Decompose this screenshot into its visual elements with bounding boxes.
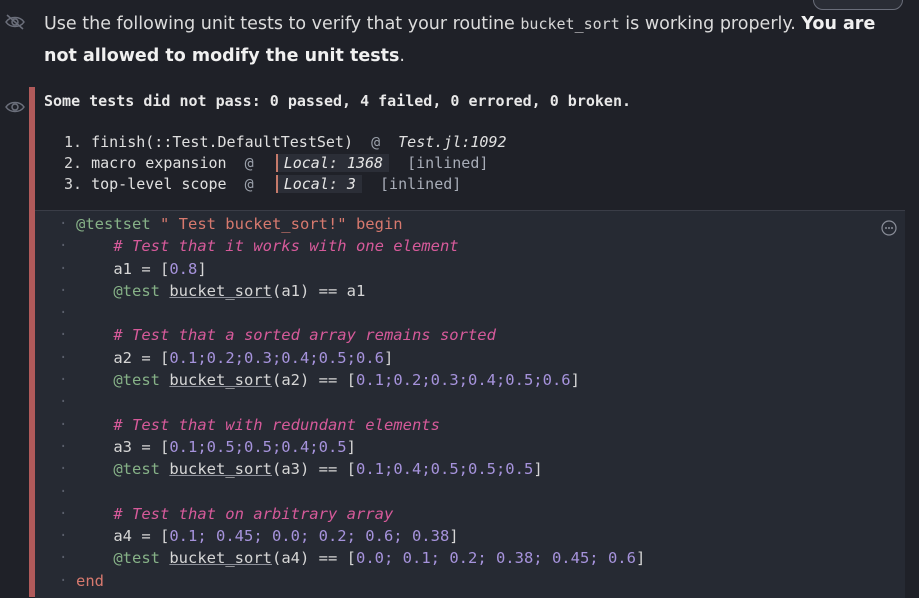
markdown-cell: Use the following unit tests to verify t… (0, 0, 919, 80)
code-line[interactable]: · end (35, 570, 905, 592)
prose-text: is working properly. (619, 14, 802, 34)
code-line[interactable]: · # Test that it works with one element (35, 235, 905, 257)
code-line[interactable]: · @test bucket_sort(a2) == [0.1;0.2;0.3;… (35, 369, 905, 391)
frame-local-link[interactable]: Local: 1368 (275, 154, 390, 172)
stacktrace-frame: 1. finish(::Test.DefaultTestSet) @ Test.… (64, 133, 507, 151)
code-line[interactable]: · (35, 302, 905, 324)
inline-code: bucket_sort (520, 15, 620, 33)
frame-file-link[interactable]: Test.jl:1092 (398, 133, 506, 151)
stacktrace: 1. finish(::Test.DefaultTestSet) @ Test.… (64, 132, 507, 195)
prose-text: . (399, 46, 405, 66)
function-link[interactable]: bucket_sort (169, 371, 272, 389)
code-line[interactable]: · a2 = [0.1;0.2;0.3;0.4;0.5;0.6] (35, 347, 905, 369)
prose-text: Use the following unit tests to verify t… (44, 14, 521, 34)
stacktrace-frame: 2. macro expansion @ Local: 1368 [inline… (64, 154, 489, 172)
frame-function: finish(::Test.DefaultTestSet) (91, 133, 353, 151)
code-line[interactable]: · (35, 481, 905, 503)
code-line[interactable]: · # Test that with redundant elements (35, 414, 905, 436)
code-line[interactable]: · (35, 391, 905, 413)
code-line[interactable]: · @test bucket_sort(a4) == [0.0; 0.1; 0.… (35, 547, 905, 569)
test-failure-summary: Some tests did not pass: 0 passed, 4 fai… (44, 92, 631, 110)
stacktrace-frame: 3. top-level scope @ Local: 3 [inlined] (64, 175, 462, 193)
cell-status-badge[interactable] (813, 0, 903, 10)
code-line[interactable]: · @test bucket_sort(a3) == [0.1;0.4;0.5;… (35, 458, 905, 480)
code-line[interactable]: · @test bucket_sort(a1) == a1 (35, 280, 905, 302)
code-line[interactable]: · a1 = [0.8] (35, 258, 905, 280)
code-line[interactable]: · # Test that on arbitrary array (35, 503, 905, 525)
code-cell-editor[interactable]: · @testset " Test bucket_sort!" begin · #… (35, 210, 905, 598)
function-link[interactable]: bucket_sort (169, 460, 272, 478)
function-link[interactable]: bucket_sort (169, 282, 272, 300)
frame-function: macro expansion (91, 154, 227, 172)
hide-eye-icon[interactable] (4, 12, 26, 32)
frame-function: top-level scope (91, 175, 227, 193)
show-eye-icon[interactable] (4, 98, 26, 116)
code-line[interactable]: · a3 = [0.1;0.5;0.5;0.4;0.5] (35, 436, 905, 458)
code-line[interactable]: · @testset " Test bucket_sort!" begin (35, 213, 905, 235)
instructions-text: Use the following unit tests to verify t… (44, 8, 904, 72)
code-line[interactable]: · # Test that a sorted array remains sor… (35, 324, 905, 346)
frame-local-link[interactable]: Local: 3 (275, 175, 362, 193)
function-link[interactable]: bucket_sort (169, 549, 272, 567)
code-line[interactable]: · a4 = [0.1; 0.45; 0.0; 0.2; 0.6; 0.38] (35, 525, 905, 547)
code-lines[interactable]: · @testset " Test bucket_sort!" begin · #… (35, 213, 905, 592)
